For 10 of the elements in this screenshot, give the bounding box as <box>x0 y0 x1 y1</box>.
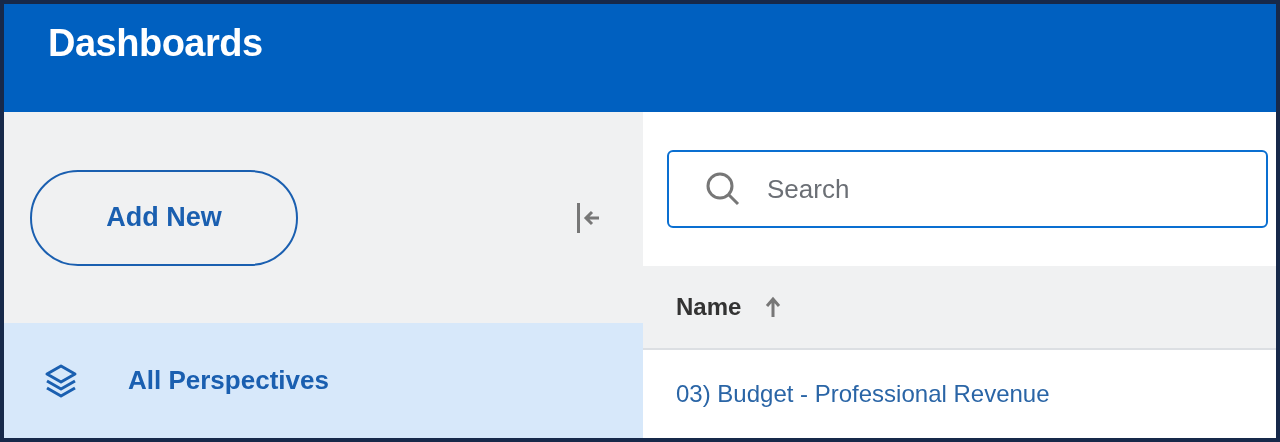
search-field[interactable]: Search <box>667 150 1268 228</box>
sidebar-item-label: All Perspectives <box>128 365 329 396</box>
layers-icon <box>44 362 78 399</box>
column-header[interactable]: Name <box>676 293 742 321</box>
add-new-button[interactable]: Add New <box>30 169 298 266</box>
dashboard-link[interactable]: 03) Budget - Professional Revenue <box>676 380 1050 408</box>
sidebar-item[interactable]: All Perspectives <box>4 323 643 438</box>
search-icon <box>705 171 741 207</box>
sort-up-icon[interactable] <box>765 296 782 318</box>
page-title: Dashboards <box>48 22 263 65</box>
